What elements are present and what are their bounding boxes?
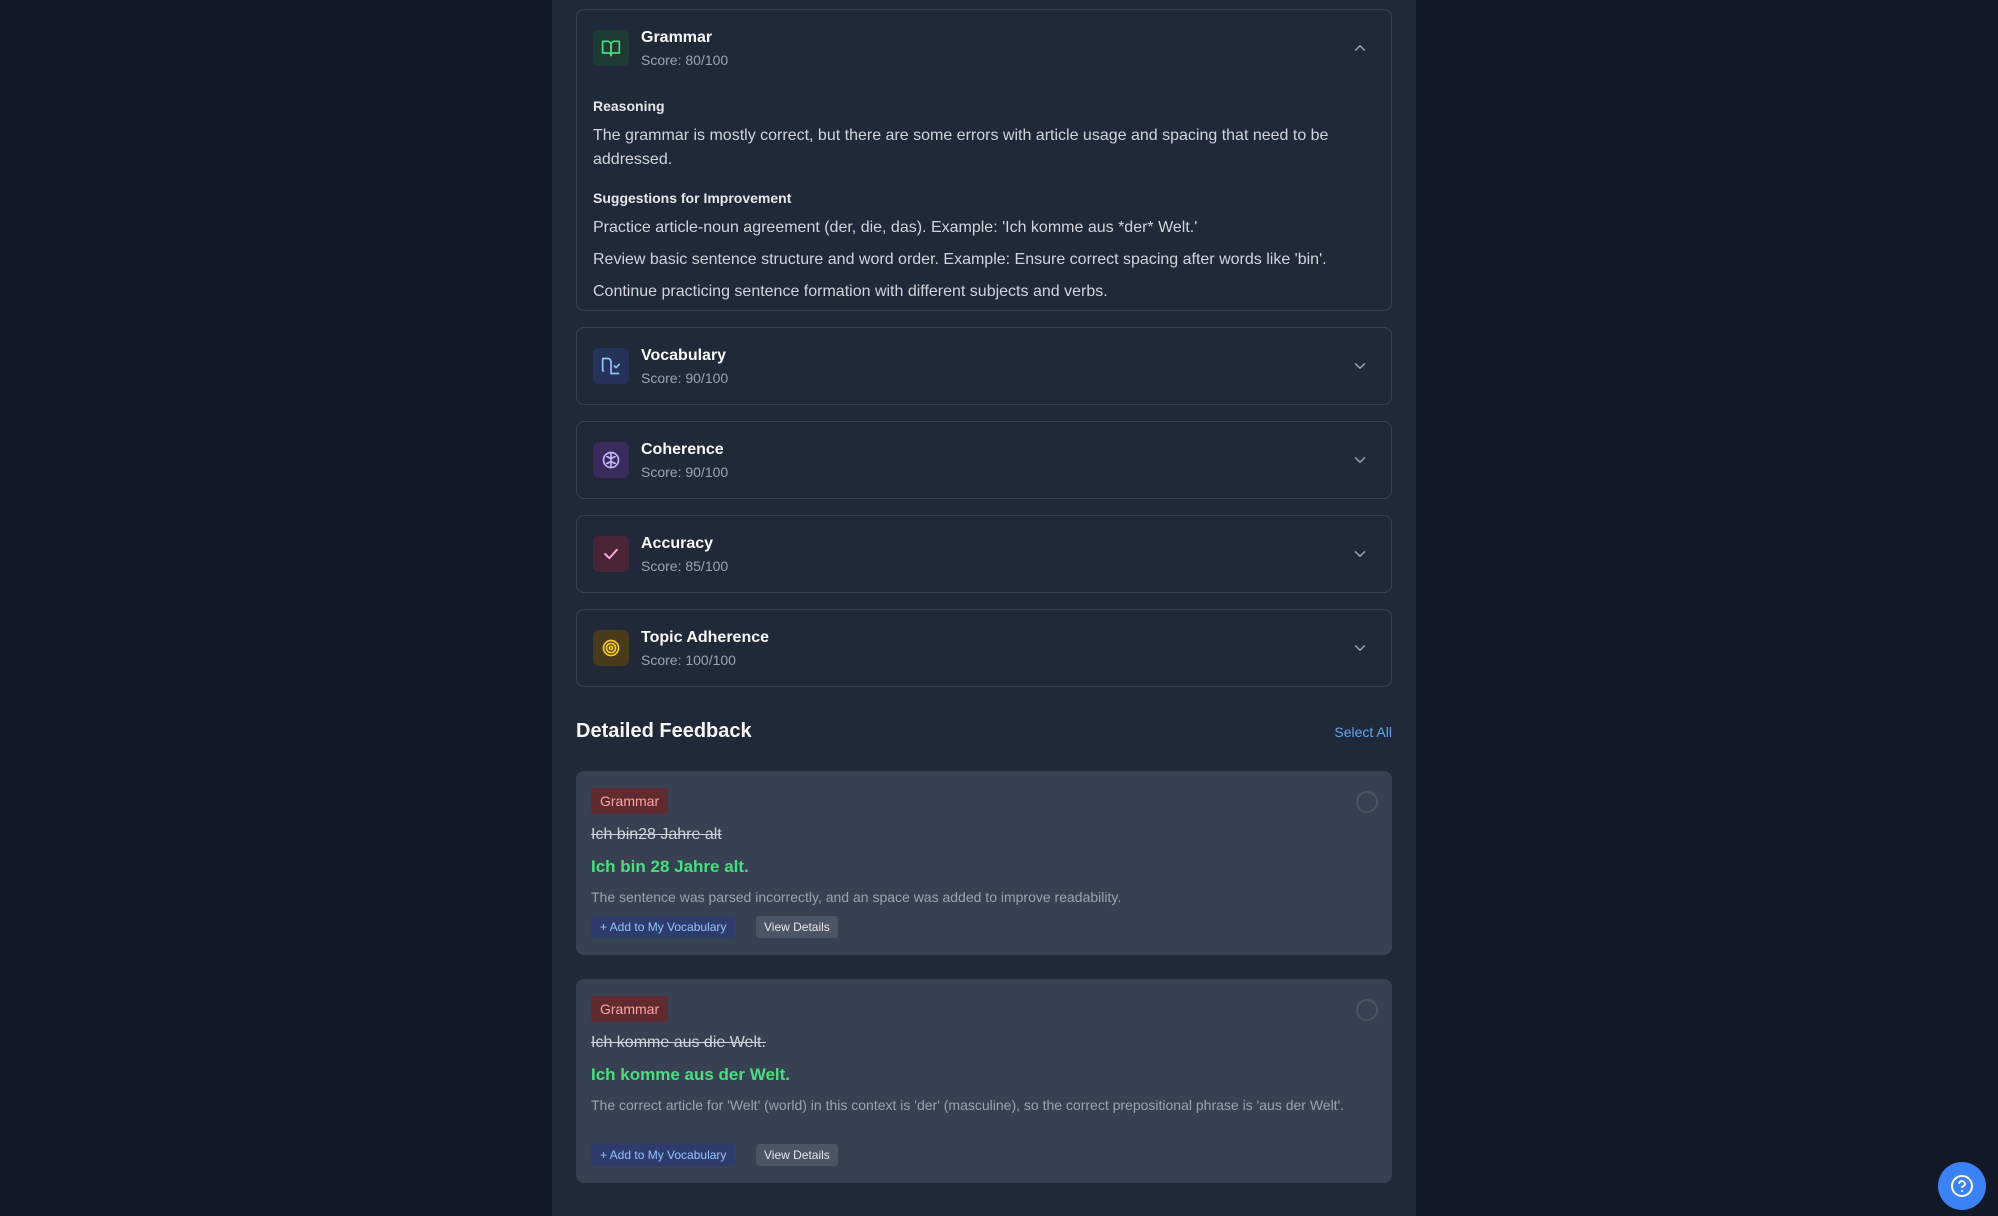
help-circle-icon [1951, 1175, 1973, 1197]
criterion-header-coherence[interactable]: Coherence Score: 90/100 [577, 422, 1391, 498]
criterion-card-accuracy: Accuracy Score: 85/100 [576, 515, 1392, 593]
chevron-down-icon [1354, 551, 1366, 557]
corrected-text: Ich bin 28 Jahre alt. [591, 857, 749, 876]
criterion-title: Vocabulary [641, 347, 727, 364]
detailed-feedback-title: Detailed Feedback [576, 720, 752, 742]
explanation-text: The correct article for 'Welt' (world) i… [591, 1097, 1345, 1113]
feedback-item: Grammar Ich komme aus die Welt. Ich komm… [576, 979, 1392, 1183]
criterion-card-coherence: Coherence Score: 90/100 [576, 421, 1392, 499]
suggestion-item: Practice article-noun agreement (der, di… [593, 219, 1198, 236]
criterion-score: Score: 80/100 [641, 52, 729, 68]
criterion-card-vocabulary: Vocabulary Score: 90/100 [576, 327, 1392, 405]
suggestion-item: Continue practicing sentence formation w… [593, 283, 1108, 300]
category-badge: Grammar [591, 996, 669, 1022]
brain-icon [593, 442, 629, 478]
select-radio[interactable] [1356, 791, 1378, 813]
view-details-button[interactable]: View Details [756, 1144, 838, 1166]
category-badge: Grammar [591, 788, 669, 814]
corrected-text: Ich komme aus der Welt. [591, 1065, 791, 1084]
criterion-score: Score: 100/100 [641, 652, 736, 668]
suggestions-label: Suggestions for Improvement [593, 190, 792, 206]
chevron-down-icon [1354, 363, 1366, 369]
select-all-button[interactable]: Select All [1334, 724, 1392, 740]
chevron-down-icon [1354, 645, 1366, 651]
reasoning-label: Reasoning [593, 98, 665, 114]
criterion-header-grammar[interactable]: Grammar Score: 80/100 [577, 10, 1391, 86]
add-to-vocabulary-button[interactable]: + Add to My Vocabulary [591, 916, 736, 938]
chevron-down-icon [1354, 457, 1366, 463]
criterion-score: Score: 90/100 [641, 370, 729, 386]
explanation-text: The sentence was parsed incorrectly, and… [591, 889, 1122, 905]
view-details-button[interactable]: View Details [756, 916, 838, 938]
criterion-title: Coherence [641, 441, 724, 458]
criterion-title: Grammar [641, 29, 713, 46]
main-column: Grammar Score: 80/100 Reasoning The gram… [552, 0, 1416, 1216]
criterion-score: Score: 85/100 [641, 558, 729, 574]
original-text: Ich komme aus die Welt. [591, 1034, 766, 1051]
select-radio[interactable] [1356, 999, 1378, 1021]
suggestion-item: Review basic sentence structure and word… [593, 251, 1327, 268]
original-text: Ich bin28 Jahre alt [591, 826, 722, 843]
target-icon [593, 630, 629, 666]
reasoning-text: The grammar is mostly correct, but there… [593, 127, 1329, 168]
book-check-icon [593, 348, 629, 384]
check-icon [593, 536, 629, 572]
chevron-up-icon [1354, 45, 1366, 51]
criterion-header-vocabulary[interactable]: Vocabulary Score: 90/100 [577, 328, 1391, 404]
feedback-item: Grammar Ich bin28 Jahre alt Ich bin 28 J… [576, 771, 1392, 955]
help-button[interactable] [1938, 1162, 1986, 1210]
criterion-header-topic-adherence[interactable]: Topic Adherence Score: 100/100 [577, 610, 1391, 686]
criterion-title: Accuracy [641, 535, 714, 552]
criterion-header-accuracy[interactable]: Accuracy Score: 85/100 [577, 516, 1391, 592]
criterion-card-grammar: Grammar Score: 80/100 Reasoning The gram… [576, 9, 1392, 311]
book-open-icon [593, 30, 629, 66]
criterion-card-topic-adherence: Topic Adherence Score: 100/100 [576, 609, 1392, 687]
criterion-score: Score: 90/100 [641, 464, 729, 480]
add-to-vocabulary-button[interactable]: + Add to My Vocabulary [591, 1144, 736, 1166]
criterion-title: Topic Adherence [641, 629, 770, 646]
